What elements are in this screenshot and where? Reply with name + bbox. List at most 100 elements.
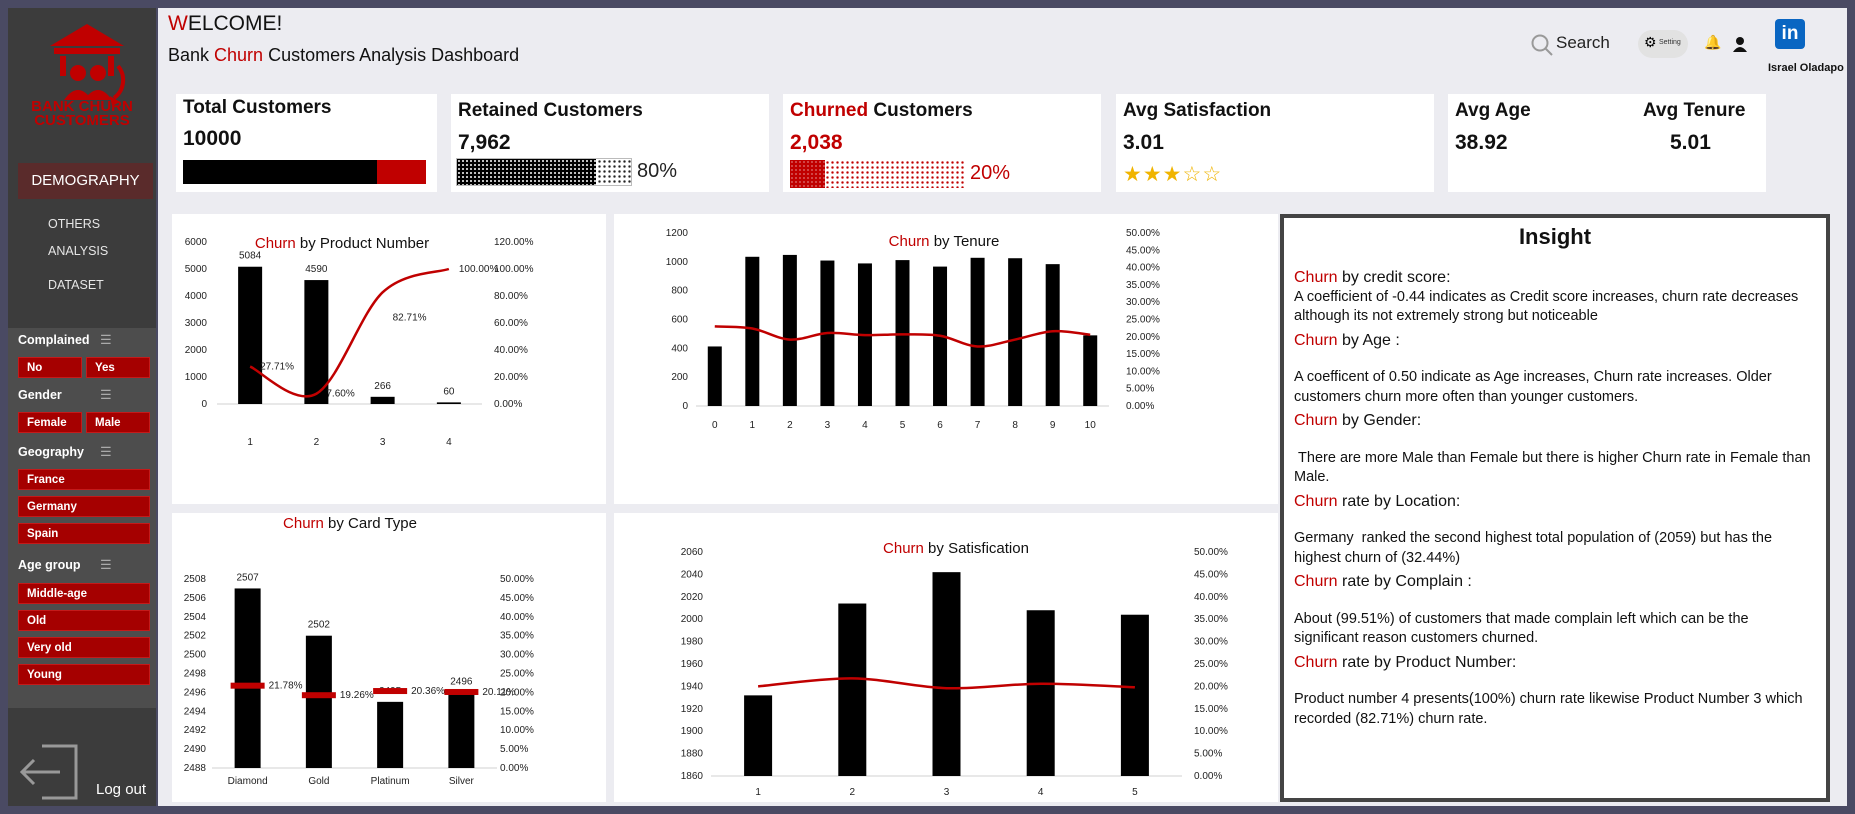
logout-icon: [19, 744, 78, 800]
churn-rate-label: 20.11%: [482, 687, 515, 698]
y-tick-label: 1000: [185, 372, 208, 383]
y2-tick-label: 80.00%: [494, 291, 528, 302]
insight-section-heading: Churn rate by Location:: [1294, 492, 1816, 512]
y2-tick-label: 5.00%: [1194, 749, 1222, 760]
nav-analysis[interactable]: ANALYSIS: [8, 244, 156, 258]
kpi-satisfaction-title: Avg Satisfaction: [1123, 100, 1272, 121]
star-filled-icon: ★: [1123, 163, 1143, 186]
slicer-geography-france[interactable]: France: [18, 469, 150, 490]
y-tick-label: 2000: [185, 345, 208, 356]
slicer-age-young[interactable]: Young: [18, 664, 150, 685]
x-tick-label: 4: [1038, 787, 1044, 798]
y-tick-label: 4000: [185, 291, 208, 302]
slicer-geography-spain[interactable]: Spain: [18, 523, 150, 544]
multi-select-icon[interactable]: ☰: [100, 557, 112, 573]
slicer-geography-germany[interactable]: Germany: [18, 496, 150, 517]
y-tick-label: 800: [671, 286, 688, 297]
star-filled-icon: ★: [1162, 163, 1183, 186]
bar: [1120, 614, 1149, 776]
y2-tick-label: 45.00%: [1194, 569, 1228, 580]
insight-section-heading: Churn rate by Complain :: [1294, 572, 1816, 592]
y2-tick-label: 20.00%: [494, 372, 528, 383]
slicer-age-old[interactable]: Old: [18, 610, 150, 631]
insight-heading-red: Churn: [1294, 412, 1338, 429]
slicer-gender-male[interactable]: Male: [86, 412, 150, 433]
nav-demography[interactable]: DEMOGRAPHY: [18, 163, 153, 199]
y-tick-label: 1940: [681, 681, 704, 692]
y-tick-label: 1920: [681, 704, 704, 715]
insight-spacer: [1294, 592, 1816, 610]
dashboard-frame: BANK CHURN CUSTOMERS DEMOGRAPHY OTHERS A…: [0, 0, 1855, 814]
insight-heading-red: Churn: [1294, 573, 1338, 590]
insight-heading-red: Churn: [1294, 331, 1338, 349]
chart-product-card: Churn by Product Number 0 1000 2000 3000 4000…: [172, 214, 606, 504]
kpi-retained-title: Retained Customers: [458, 100, 643, 121]
y2-tick-label: 15.00%: [500, 706, 534, 717]
y-tick-label: 2490: [184, 744, 207, 755]
multi-select-icon[interactable]: ☰: [100, 444, 112, 460]
churn-rate-label: 7.60%: [326, 389, 354, 400]
x-tick-label: 0: [712, 420, 718, 431]
y2-tick-label: 25.00%: [500, 669, 534, 680]
welcome-w: W: [168, 12, 188, 35]
total-bar: [183, 160, 426, 184]
nav-others[interactable]: OTHERS: [8, 217, 156, 231]
multi-select-icon[interactable]: ☰: [100, 332, 112, 348]
y2-tick-label: 120.00%: [494, 237, 534, 248]
y2-tick-label: 30.00%: [500, 650, 534, 661]
churned-title-rest: Customers: [868, 100, 973, 121]
insight-panel: Insight Churn by credit score: A coeffici…: [1280, 214, 1830, 802]
main-area: WELCOME! Bank Churn Customers Analysis D…: [158, 8, 1847, 806]
y-tick-label: 1980: [681, 637, 704, 648]
chart-product: Churn by Product Number 0 1000 2000 3000 4000…: [185, 235, 534, 448]
subtitle-post: Customers Analysis Dashboard: [263, 45, 520, 65]
multi-select-icon[interactable]: ☰: [100, 387, 112, 403]
chart-tenure-card: Churn by Tenure 0 200 400 600 800 1000 1200 0.00…: [614, 214, 1278, 504]
slicer-complained-yes[interactable]: Yes: [86, 357, 150, 378]
insight-spacer: [1294, 511, 1816, 529]
nav-dataset[interactable]: DATASET: [8, 278, 156, 292]
y-tick-label: 1900: [681, 726, 704, 737]
slicer-gender-female[interactable]: Female: [18, 412, 82, 433]
bar: [1045, 264, 1060, 406]
y-tick-label: 2502: [184, 631, 207, 642]
logout-button[interactable]: Log out: [16, 736, 156, 806]
kpi-churned-card: Churned Customers 2,038 20%: [783, 94, 1101, 192]
kpi-churned-title: Churned Customers: [790, 100, 973, 122]
slicer-age-middle[interactable]: Middle-age: [18, 583, 150, 604]
subtitle-pre: Bank: [168, 45, 215, 65]
chart-satisfaction-card: Churn by Satisfication 1860 1880 1900 1920 19…: [614, 513, 1278, 802]
bell-icon[interactable]: 🔔: [1704, 34, 1721, 51]
logout-label: Log out: [96, 781, 147, 798]
user-icon[interactable]: [1732, 35, 1748, 53]
churn-rate-marker: [301, 692, 336, 699]
bar-value-label: 5084: [239, 251, 262, 262]
y2-tick-label: 25.00%: [1194, 659, 1228, 670]
slicer-complained-no[interactable]: No: [18, 357, 82, 378]
kpi-age-value: 38.92: [1455, 131, 1508, 154]
linkedin-icon[interactable]: in: [1775, 19, 1805, 49]
churn-rate-line: [249, 267, 450, 398]
insight-heading-text: by Age :: [1337, 331, 1400, 349]
setting-button[interactable]: ⚙ Setting: [1638, 30, 1688, 58]
y2-tick-label: 40.00%: [500, 612, 534, 623]
y-tick-label: 2492: [184, 725, 207, 736]
kpi-tenure-value: 5.01: [1670, 131, 1711, 154]
y-tick-label: 1960: [681, 659, 704, 670]
bar: [436, 402, 461, 404]
bar-value-label: 60: [443, 386, 455, 397]
y-tick-label: 2494: [184, 706, 207, 717]
insight-section-heading: Churn by Age :: [1294, 331, 1816, 351]
star-empty-icon: ☆: [1202, 163, 1223, 186]
search-box[interactable]: Search: [1530, 30, 1626, 58]
y-tick-label: 0: [201, 399, 207, 410]
slicer-age-veryold[interactable]: Very old: [18, 637, 150, 658]
bar-value-label: 266: [374, 381, 391, 392]
bar: [838, 603, 867, 776]
insight-spacer: [1294, 431, 1816, 449]
x-tick-label: 7: [975, 420, 981, 431]
slicer-complained-title: Complained: [18, 333, 90, 347]
y2-tick-label: 100.00%: [494, 264, 534, 275]
x-tick-label: 1: [755, 787, 761, 798]
y2-tick-label: 35.00%: [1126, 280, 1160, 291]
